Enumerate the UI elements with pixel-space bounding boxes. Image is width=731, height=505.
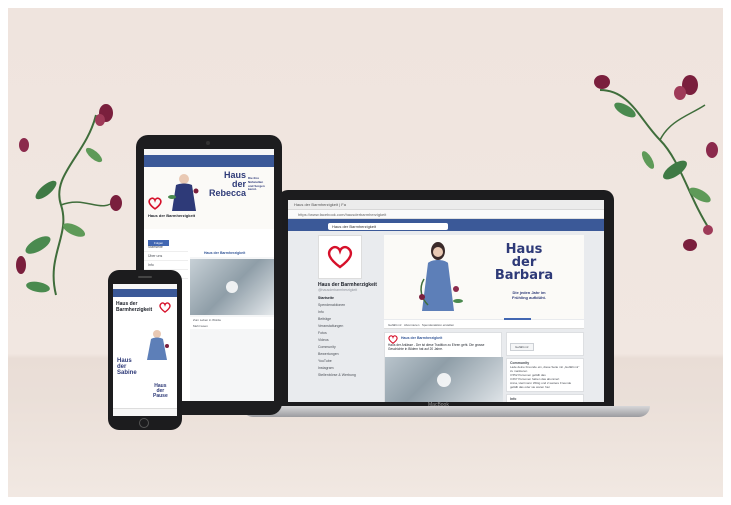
laptop-brand-label: MacBook [428, 402, 449, 408]
cover-subtitle-line: Frühling aufblüht. [512, 295, 546, 300]
nav-item-fotos[interactable]: Fotos [318, 330, 378, 337]
info-title: Info [510, 397, 517, 401]
like-card: Gefällt mir [506, 332, 584, 356]
heart-logo-icon [388, 335, 398, 344]
feed-post: Haus der Barmherzigkeit Haus der Anlässe… [384, 332, 503, 402]
laptop-device: Haus der Barmherzigkeit | Fa https://www… [242, 190, 650, 420]
post-text: Haus der Anlässe - Der ist diese Traditi… [388, 343, 485, 351]
community-line: Anna, Herrmann Wittig und 2 weitere Freu… [510, 381, 572, 389]
illustrated-figure [147, 330, 169, 360]
heart-logo-icon [148, 197, 162, 210]
phone-cover-title-2: Haus der Pause [153, 384, 168, 399]
phone-facebook-bar [113, 289, 177, 297]
follow-page-button[interactable]: Abonnieren [404, 323, 419, 327]
cover-title-line: Barbara [494, 268, 554, 283]
nav-item-veranstaltungen[interactable]: Veranstaltungen [318, 323, 378, 330]
tablet-cover-subtitle: Die ihre Nähstellen und Sorgen kennt. [248, 176, 274, 192]
nav-item-instagram[interactable]: Instagram [318, 365, 378, 372]
tablet-facebook-bar [144, 155, 274, 167]
phone-home-button[interactable] [139, 418, 149, 428]
browser-tab[interactable]: Haus der Barmherzigkeit | Fa [288, 200, 604, 210]
phone-device: Haus der Barmherzigkeit Haus der Sabine … [108, 270, 182, 430]
tablet-cover: Haus der Rebecca Die ihre Nähstellen und… [144, 167, 274, 229]
nav-item-youtube[interactable]: YouTube [318, 358, 378, 365]
tablet-action-bar: Folgen [144, 229, 274, 246]
tablet-camera [206, 141, 210, 145]
phone-page-name-line: Barmherzigkeit [116, 307, 153, 313]
phone-tab-bar[interactable] [113, 408, 177, 416]
page-action-bar: Gefällt mir Abonnieren Spendenaktion ers… [384, 320, 584, 329]
facebook-search-input[interactable]: Haus der Barmherzigkeit [328, 223, 448, 230]
community-line: Lade deine Freunde ein, diese Seite mit … [510, 365, 580, 373]
tablet-nav-item[interactable]: Info [144, 261, 188, 270]
tablet-cover-subtitle-line: und Sorgen kennt. [248, 183, 265, 192]
page-handle: @hausderbarmherzigkeit [318, 288, 358, 292]
illustrated-figure [168, 174, 199, 211]
phone-screen: Haus der Barmherzigkeit Haus der Sabine … [113, 284, 177, 416]
play-icon[interactable] [437, 373, 451, 387]
tablet-feed-line[interactable]: Mehr lesen [190, 323, 274, 329]
nav-item-community[interactable]: Community [318, 344, 378, 351]
tablet-post-video[interactable] [190, 259, 274, 315]
like-page-button[interactable]: Gefällt mir [388, 323, 402, 327]
play-icon[interactable] [226, 281, 238, 293]
cover-image: Haus der Barbara Die jeden Jahr im Frühl… [384, 235, 584, 324]
create-fundraiser-button[interactable]: Spendenaktion erstellen [422, 323, 454, 327]
nav-item-stellenboerse[interactable]: Stellenbörse & Werbung [318, 372, 378, 379]
nav-item-startseite[interactable]: Startseite [318, 295, 378, 302]
page-nav: Startseite Spendenaktionen Info Beiträge… [318, 295, 378, 379]
tablet-cover-title-line: Rebecca [208, 188, 246, 198]
nav-item-videos[interactable]: Videos [318, 337, 378, 344]
nav-item-info[interactable]: Info [318, 309, 378, 316]
heart-logo-icon [327, 245, 353, 269]
tablet-page-name: Haus der Barmherzigkeit [148, 213, 196, 218]
cover-subtitle: Die jeden Jahr im Frühling aufblüht. [494, 290, 564, 300]
info-card: Info [506, 394, 584, 402]
nav-item-bewertungen[interactable]: Bewertungen [318, 351, 378, 358]
phone-cover-title-line: Sabine [117, 370, 137, 376]
facebook-page-body: Haus der Barmherzigkeit @hausderbarmherz… [288, 231, 604, 402]
page-sidebar: Haus der Barmherzigkeit @hausderbarmherz… [318, 235, 378, 401]
phone-page-name: Haus der Barmherzigkeit [113, 297, 153, 313]
tablet-post-author[interactable]: Haus der Barmherzigkeit [190, 243, 274, 257]
community-card: Community Lade deine Freunde ein, diese … [506, 358, 584, 392]
page-right-column: Gefällt mir Community Lade deine Freunde… [506, 332, 584, 402]
post-author[interactable]: Haus der Barmherzigkeit [385, 333, 501, 340]
phone-cover-title: Haus der Sabine [117, 358, 137, 376]
illustrated-woman-figure [419, 242, 463, 311]
laptop-screen: Haus der Barmherzigkeit | Fa https://www… [288, 200, 604, 402]
phone-speaker [138, 276, 152, 278]
like-button[interactable]: Gefällt mir [510, 343, 534, 351]
post-video-thumbnail[interactable] [385, 357, 503, 402]
heart-logo-icon [159, 302, 171, 313]
product-mockup-scene: Haus der Barmherzigkeit | Fa https://www… [0, 0, 731, 505]
cover-title: Haus der Barbara [494, 243, 554, 282]
tablet-nav-item[interactable]: Über uns [144, 252, 188, 261]
nav-item-beitraege[interactable]: Beiträge [318, 316, 378, 323]
nav-item-spendenaktionen[interactable]: Spendenaktionen [318, 302, 378, 309]
tablet-feed: Haus der Barmherzigkeit Zum Leben in Wür… [190, 243, 274, 401]
tablet-cover-title: Haus der Rebecca [204, 171, 246, 198]
page-avatar[interactable] [318, 235, 362, 279]
address-bar[interactable]: https://www.facebook.com/hausderbarmherz… [288, 210, 604, 219]
phone-cover-title-2-line: Pause [153, 393, 168, 399]
tablet-nav-item[interactable]: Startseite [144, 243, 188, 252]
